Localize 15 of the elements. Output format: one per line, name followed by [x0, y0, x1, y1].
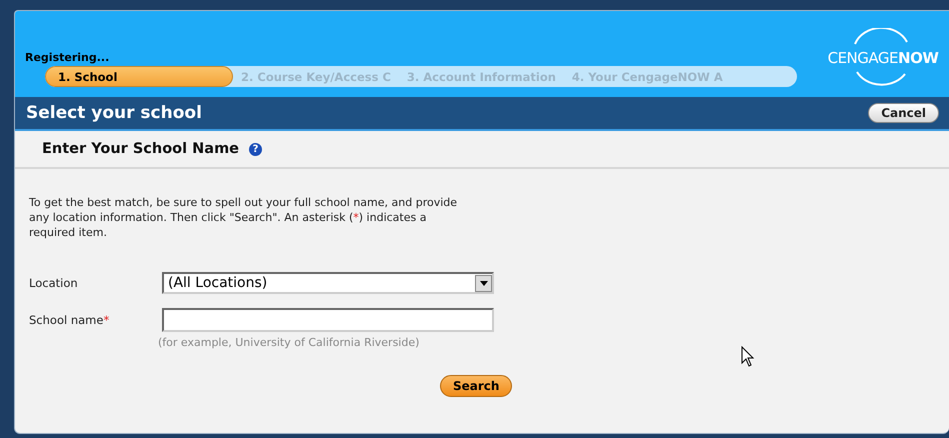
logo: CENGAGENOW	[827, 28, 939, 88]
page-title: Select your school	[26, 103, 202, 123]
search-button[interactable]: Search	[440, 375, 512, 397]
field-label: Location	[29, 276, 79, 290]
step-tab[interactable]: 1. School	[45, 66, 233, 87]
school-name-field[interactable]	[162, 308, 494, 332]
field-hint: (for example, University of California Riverside)	[158, 336, 420, 349]
field-label: School name*	[29, 313, 110, 327]
registering-status: Registering...	[25, 51, 110, 64]
section-heading: Enter Your School Name	[42, 141, 240, 157]
location-select[interactable]: (All Locations)	[162, 272, 494, 294]
mouse-pointer-icon	[741, 346, 755, 368]
instructions-text: To get the best match, be sure to spell out your full school name, and provide any location information. Then click "Search". An asterisk (*) indicates a required item.	[29, 195, 458, 240]
cancel-button[interactable]: Cancel	[868, 103, 939, 123]
help-icon[interactable]: ?	[249, 142, 262, 156]
